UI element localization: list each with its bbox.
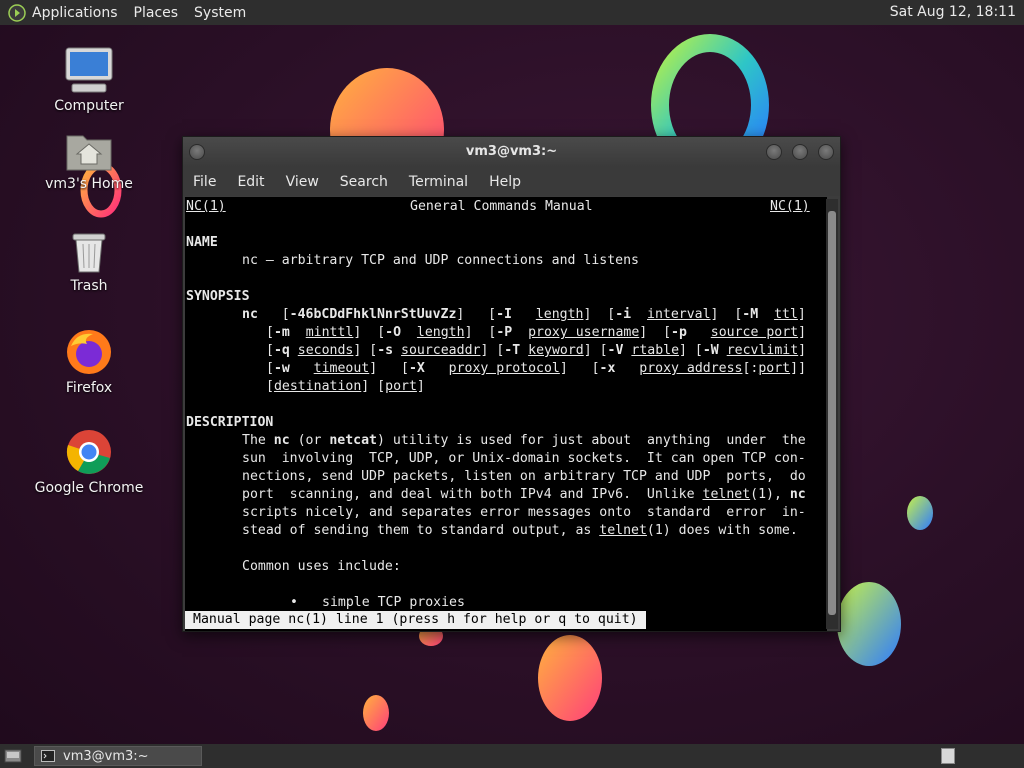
system-menu[interactable]: System xyxy=(194,5,246,21)
bullet-item-1: simple TCP proxies xyxy=(322,595,465,610)
synopsis-line-1: nc [-46bCDdFhklNnrStUuvZz] [-I length] [… xyxy=(242,307,806,322)
section-synopsis-heading: SYNOPSIS xyxy=(186,289,250,304)
desktop-icon-label: vm3's Home xyxy=(45,176,133,192)
home-folder-icon xyxy=(66,135,112,171)
synopsis-line-5: [destination] [port] xyxy=(266,379,425,394)
desktop-icon-home[interactable]: vm3's Home xyxy=(29,128,149,192)
menu-edit[interactable]: Edit xyxy=(237,174,264,190)
terminal-content[interactable]: NC(1) General Commands Manual NC(1) NAME… xyxy=(185,197,827,631)
taskbar-item-label: vm3@vm3:~ xyxy=(63,748,149,764)
description-line-5: scripts nicely, and separates error mess… xyxy=(242,505,806,520)
window-menu-icon[interactable] xyxy=(189,144,205,160)
pager-status-bar: Manual page nc(1) line 1 (press h for he… xyxy=(185,611,646,629)
synopsis-line-2: [-m minttl] [-O length] [-P proxy userna… xyxy=(266,325,807,340)
places-menu[interactable]: Places xyxy=(134,5,179,21)
section-name-heading: NAME xyxy=(186,235,218,250)
show-desktop-icon[interactable] xyxy=(4,748,22,764)
clock[interactable]: Sat Aug 12, 18:11 xyxy=(890,4,1016,20)
common-uses-line: Common uses include: xyxy=(242,559,401,574)
scrollbar-thumb[interactable] xyxy=(828,211,836,615)
bottom-panel: vm3@vm3:~ xyxy=(0,744,1024,768)
menu-help[interactable]: Help xyxy=(489,174,521,190)
desktop-icon-computer[interactable]: Computer xyxy=(29,46,149,114)
desktop-icon-label: Google Chrome xyxy=(34,480,144,496)
terminal-scrollbar[interactable] xyxy=(826,199,838,629)
workspace-switcher[interactable] xyxy=(941,748,955,764)
menu-search[interactable]: Search xyxy=(340,174,388,190)
desktop-icon-label: Trash xyxy=(70,278,108,294)
window-title: vm3@vm3:~ xyxy=(465,144,558,159)
description-line-2: sun involving TCP, UDP, or Unix-domain s… xyxy=(242,451,806,466)
firefox-icon xyxy=(67,330,111,374)
maximize-icon[interactable] xyxy=(792,144,808,160)
description-line-3: nections, send UDP packets, listen on ar… xyxy=(242,469,806,484)
synopsis-line-3: [-q seconds] [-s sourceaddr] [-T keyword… xyxy=(266,343,807,358)
applications-menu[interactable]: Applications xyxy=(32,5,118,21)
close-icon[interactable] xyxy=(818,144,834,160)
desktop-icon-chrome[interactable]: Google Chrome xyxy=(29,428,149,496)
man-header-left: NC(1) xyxy=(186,199,226,214)
name-line: nc — arbitrary TCP and UDP connections a… xyxy=(242,253,639,268)
section-description-heading: DESCRIPTION xyxy=(186,415,274,430)
description-line-1: The nc (or netcat) utility is used for j… xyxy=(242,433,806,448)
terminal-menubar: File Edit View Search Terminal Help xyxy=(183,167,840,196)
desktop-icon-trash[interactable]: Trash xyxy=(29,230,149,294)
terminal-window[interactable]: vm3@vm3:~ File Edit View Search Terminal… xyxy=(182,136,841,632)
menu-file[interactable]: File xyxy=(193,174,216,190)
taskbar-terminal-button[interactable]: vm3@vm3:~ xyxy=(34,746,202,766)
menu-terminal[interactable]: Terminal xyxy=(409,174,468,190)
desktop-icon-firefox[interactable]: Firefox xyxy=(29,328,149,396)
trash-icon xyxy=(72,233,106,273)
desktop-icon-label: Firefox xyxy=(65,380,113,396)
window-titlebar[interactable]: vm3@vm3:~ xyxy=(183,137,840,167)
description-line-4: port scanning, and deal with both IPv4 a… xyxy=(242,487,806,502)
minimize-icon[interactable] xyxy=(766,144,782,160)
man-header-center: General Commands Manual xyxy=(410,199,593,214)
man-header-right: NC(1) xyxy=(770,199,810,214)
chrome-icon xyxy=(66,430,111,474)
bullet-icon: • xyxy=(290,595,298,610)
menu-view[interactable]: View xyxy=(286,174,319,190)
computer-icon xyxy=(65,47,113,93)
terminal-icon xyxy=(41,750,55,762)
description-line-6: stead of sending them to standard output… xyxy=(242,523,798,538)
desktop-icon-label: Computer xyxy=(54,98,124,114)
top-panel: Applications Places System Sat Aug 12, 1… xyxy=(0,0,1024,25)
distro-logo-icon[interactable] xyxy=(8,3,26,22)
synopsis-line-4: [-w timeout] [-X proxy protocol] [-x pro… xyxy=(266,361,807,376)
